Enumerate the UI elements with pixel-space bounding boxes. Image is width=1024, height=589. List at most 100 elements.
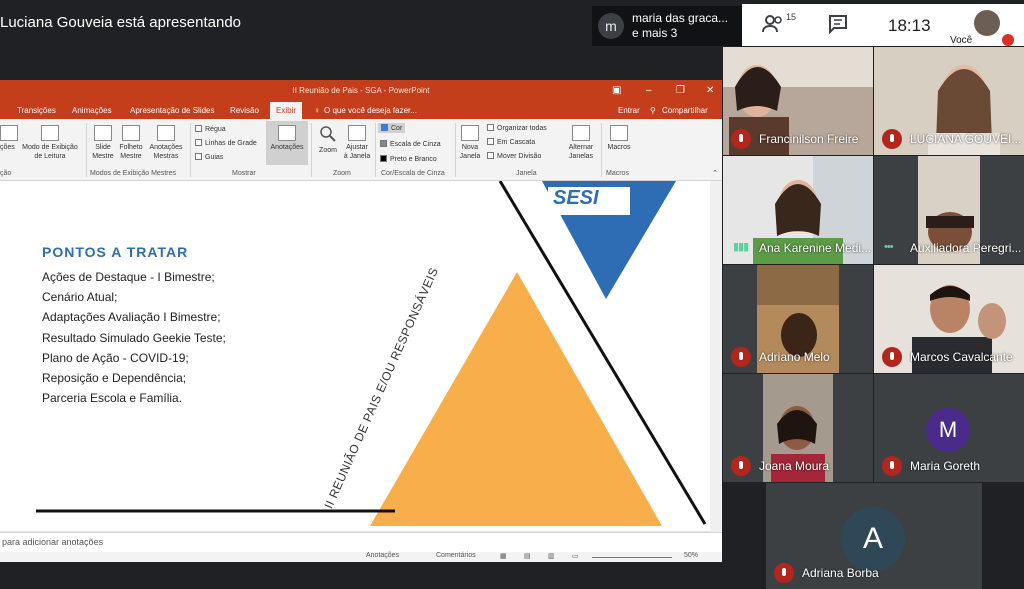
zoom-slider[interactable] bbox=[592, 557, 672, 558]
participant-name: LUCIANA GOUVEI... bbox=[910, 132, 1022, 146]
reading-view-icon[interactable]: ▥ bbox=[548, 552, 555, 560]
participant-tile[interactable]: M Maria Goreth bbox=[874, 374, 1024, 482]
list-item: Ações de Destaque - I Bimestre; bbox=[42, 270, 215, 284]
share-button[interactable]: Compartilhar bbox=[662, 106, 708, 115]
lightbulb-icon: ♀ bbox=[314, 106, 320, 115]
mic-off-icon bbox=[731, 129, 751, 149]
maximize-icon[interactable]: ❐ bbox=[676, 80, 685, 102]
agenda-list: Ações de Destaque - I Bimestre; Cenário … bbox=[42, 267, 226, 408]
close-icon[interactable]: ✕ bbox=[706, 80, 714, 102]
move-split-button[interactable]: Mover Divisão bbox=[487, 152, 541, 160]
participant-name: Marcos Cavalcante bbox=[910, 350, 1013, 364]
presenter-banner: Luciana Gouveia está apresentando bbox=[0, 14, 242, 31]
collapse-ribbon-icon[interactable]: ⌃ bbox=[710, 169, 720, 178]
shared-screen: II Reunião de Pais - SGA - PowerPoint ▣ … bbox=[0, 80, 722, 562]
notes-master-button[interactable]: Anotações Mestras bbox=[147, 125, 185, 161]
others-line2: e mais 3 bbox=[632, 26, 678, 40]
participant-tile[interactable]: Joana Moura bbox=[723, 374, 873, 482]
group-macros: Macros bbox=[606, 170, 629, 177]
participant-name: Joana Moura bbox=[759, 459, 830, 473]
others-avatar: m bbox=[598, 13, 624, 39]
tab-exibir[interactable]: Exibir bbox=[270, 102, 303, 119]
avatar: A bbox=[841, 507, 905, 571]
switch-windows-icon bbox=[572, 125, 590, 141]
self-avatar bbox=[974, 10, 1000, 36]
mic-off-icon bbox=[731, 456, 751, 476]
tab-transicoes[interactable]: Transições bbox=[17, 106, 56, 115]
notes-toggle-button[interactable]: Anotações bbox=[266, 121, 308, 165]
vertical-scrollbar[interactable] bbox=[710, 181, 722, 532]
self-label: Você bbox=[950, 35, 973, 46]
new-window-button[interactable]: Nova Janela bbox=[458, 125, 482, 161]
comments-status-button[interactable]: Comentários bbox=[436, 552, 476, 559]
mic-off-icon bbox=[1002, 34, 1014, 46]
switch-windows-button[interactable]: Alternar Janelas bbox=[564, 125, 598, 161]
participant-tile[interactable]: ••• Auxiliadora Peregri... bbox=[874, 156, 1024, 264]
gridlines-checkbox[interactable]: Linhas de Grade bbox=[195, 139, 257, 147]
notes-status-button[interactable]: Anotações bbox=[366, 552, 399, 559]
tab-animacoes[interactable]: Animações bbox=[72, 106, 112, 115]
color-swatch-icon bbox=[381, 124, 388, 131]
normal-view-icon[interactable]: ▦ bbox=[500, 552, 507, 560]
checkbox-icon bbox=[195, 153, 202, 160]
mic-off-icon bbox=[882, 456, 902, 476]
status-bar: Anotações Comentários ▦ ▤ ▥ ▭ 50% bbox=[0, 552, 722, 562]
grayscale-button[interactable]: Escala de Cinza bbox=[380, 140, 441, 148]
mic-off-icon bbox=[731, 347, 751, 367]
handout-master-button[interactable]: Folheto Mestre bbox=[117, 125, 145, 161]
tab-revisao[interactable]: Revisão bbox=[230, 106, 259, 115]
participant-tile[interactable]: A Adriana Borba bbox=[766, 483, 982, 589]
zoom-percent[interactable]: 50% bbox=[684, 552, 698, 559]
sign-in-link[interactable]: Entrar bbox=[618, 106, 640, 115]
participant-name: Maria Goreth bbox=[910, 459, 981, 473]
list-item: Parceria Escola e Família. bbox=[42, 391, 183, 406]
participant-tile[interactable]: LUCIANA GOUVEI... bbox=[874, 47, 1024, 155]
minimize-icon[interactable]: – bbox=[646, 80, 652, 102]
sesi-logo-sub: Escola bbox=[606, 217, 628, 224]
arrange-all-button[interactable]: Organizar todas bbox=[487, 124, 547, 132]
ppt-tabs: Transições Animações Apresentação de Sli… bbox=[0, 102, 722, 119]
participant-name: Adriana Borba bbox=[802, 566, 879, 580]
macros-button[interactable]: Macros bbox=[604, 125, 634, 152]
chat-button[interactable] bbox=[828, 14, 848, 39]
slideshow-view-icon[interactable]: ▭ bbox=[572, 552, 579, 560]
fit-window-icon bbox=[348, 125, 366, 141]
speaking-indicator-icon: ••• bbox=[884, 241, 894, 253]
zoom-button[interactable]: Zoom bbox=[314, 125, 342, 155]
group-zoom: Zoom bbox=[333, 170, 351, 177]
notes-pane[interactable]: para adicionar anotações bbox=[0, 532, 722, 552]
participant-name: Auxiliadora Peregri... bbox=[910, 241, 1022, 255]
ribbon-display-icon[interactable]: ▣ bbox=[612, 80, 621, 102]
magnifier-icon bbox=[320, 126, 336, 142]
sorter-view-icon[interactable]: ▤ bbox=[524, 552, 531, 560]
black-white-button[interactable]: Preto e Branco bbox=[380, 155, 437, 163]
slide-master-button[interactable]: Slide Mestre bbox=[90, 125, 116, 161]
normal-view-button[interactable]: ções bbox=[0, 125, 18, 152]
group-show: Mostrar bbox=[232, 170, 256, 177]
people-button[interactable]: 15 bbox=[762, 12, 796, 34]
list-item: Plano de Ação - COVID-19; bbox=[42, 350, 189, 365]
fit-window-button[interactable]: Ajustar à Janela bbox=[342, 125, 372, 161]
color-button[interactable]: Cor bbox=[378, 123, 406, 133]
cascade-button[interactable]: Em Cascata bbox=[487, 138, 535, 146]
group-views-partial: ção bbox=[0, 170, 12, 177]
group-window: Janela bbox=[516, 170, 537, 177]
participant-tile[interactable]: Adriano Melo bbox=[723, 265, 873, 373]
list-item: Adaptações Avaliação I Bimestre; bbox=[42, 310, 221, 325]
checkbox-icon bbox=[195, 125, 202, 132]
participant-tile[interactable]: Marcos Cavalcante bbox=[874, 265, 1024, 373]
ruler-checkbox[interactable]: Régua bbox=[195, 125, 226, 133]
arrange-icon bbox=[487, 124, 494, 131]
black-white-icon bbox=[380, 155, 387, 162]
others-chip[interactable]: m maria das graca... e mais 3 bbox=[592, 6, 742, 46]
reading-mode-button[interactable]: Modo de Exibição de Leitura bbox=[16, 125, 84, 161]
chat-icon bbox=[829, 15, 847, 35]
tab-apresentacao[interactable]: Apresentação de Slides bbox=[130, 106, 215, 115]
participant-tile[interactable]: Francinilson Freire bbox=[723, 47, 873, 155]
guides-checkbox[interactable]: Guias bbox=[195, 153, 223, 161]
tell-me-box[interactable]: O que você deseja fazer... bbox=[324, 106, 417, 115]
self-tile[interactable]: Você bbox=[950, 10, 1016, 46]
participant-name: Adriano Melo bbox=[759, 350, 830, 364]
participant-tile[interactable]: ▮▮▮ Ana Karenine Medi... bbox=[723, 156, 873, 264]
macros-icon bbox=[610, 125, 628, 141]
